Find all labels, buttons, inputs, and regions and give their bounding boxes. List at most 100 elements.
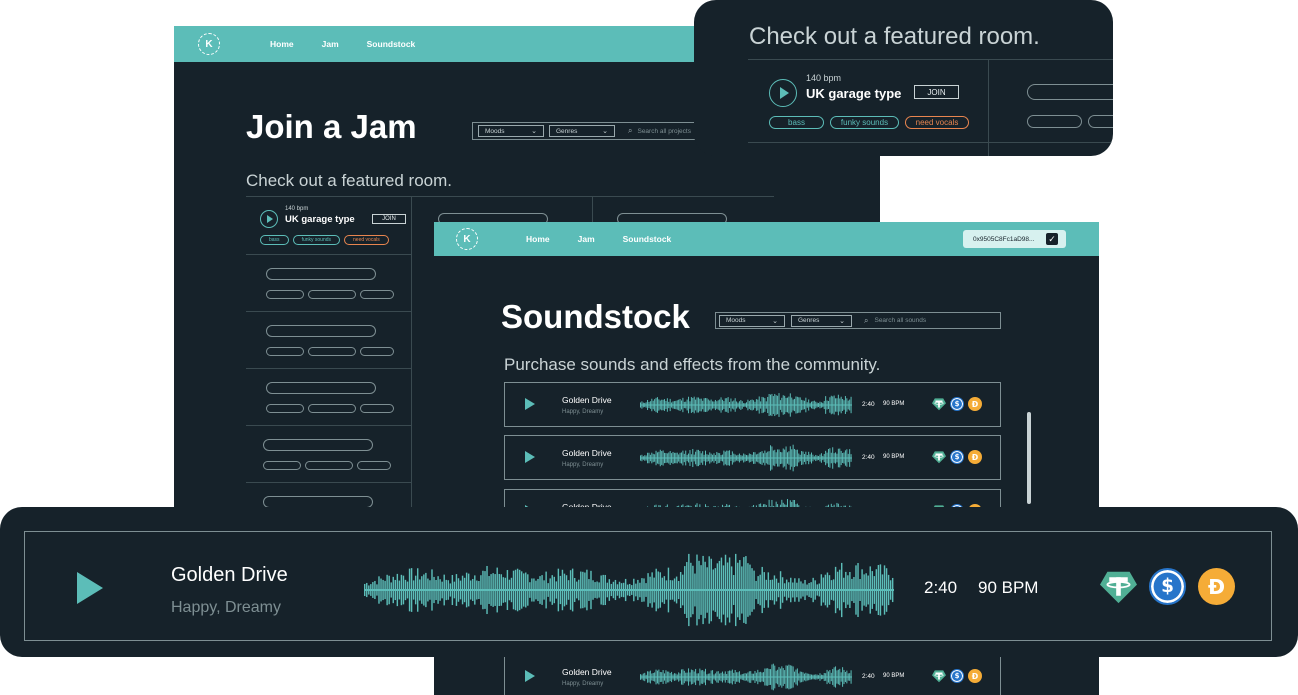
scrollbar[interactable] [1027,412,1031,504]
jam-filter-bar: Moods ⌄ Genres ⌄ ⌕ Search all projects [472,122,712,140]
usdc-icon[interactable]: $ [1149,568,1186,605]
waveform-bar [801,399,803,411]
waveform-bar [697,397,699,413]
waveform-bar [656,452,658,464]
nav-jam-link[interactable]: Jam [322,39,339,49]
nav-home-link[interactable]: Home [526,234,550,244]
waveform-bar [765,579,768,601]
waveform-bar [414,575,417,605]
tag-need-vocals[interactable]: need vocals [905,116,969,129]
waveform-bar [751,399,753,411]
tether-icon[interactable] [932,397,946,411]
waveform-bar [867,575,869,605]
play-button[interactable] [769,79,797,107]
waveform-bar [696,554,698,626]
divider [246,311,412,312]
dai-icon[interactable]: Đ [968,669,982,683]
waveform-bar [709,400,711,410]
genres-dropdown[interactable]: Genres ⌄ [791,314,852,327]
waveform-bar [819,454,821,462]
waveform-bar [760,671,762,683]
waveform-bar [740,674,742,680]
waveform-bar [771,446,773,470]
track-row[interactable]: Golden Drive Happy, Dreamy 2:40 90 BPM $… [504,435,1001,480]
waveform-bar [802,400,804,410]
waveform-bar [686,672,688,682]
waveform-bar [664,452,666,464]
join-button[interactable]: JOIN [914,85,959,99]
usdc-icon[interactable]: $ [950,669,964,683]
waveform-bar [813,674,815,680]
waveform-bar [789,393,791,417]
waveform-bar [708,556,710,624]
tag-funky-sounds[interactable]: funky sounds [292,235,341,245]
nav-home-link[interactable]: Home [270,39,294,49]
waveform-bar [786,452,788,464]
waveform-bar [408,568,411,612]
wallet-button[interactable]: 0x9505C8Fc1aD98... ✓ [963,230,1066,248]
tag-bass[interactable]: bass [260,235,289,245]
tag-need-vocals[interactable]: need vocals [344,235,389,245]
tether-icon[interactable] [932,450,946,464]
waveform-bar [710,558,712,622]
waveform-bar [502,577,505,603]
track-title: Golden Drive [562,667,612,677]
waveform-bar [812,674,814,680]
join-button[interactable]: JOIN [372,214,406,224]
waveform-bar [813,456,815,460]
play-button[interactable] [525,451,535,463]
waveform-bar [762,453,764,463]
search-input[interactable]: Search all sounds [874,317,926,324]
divider [246,482,412,483]
waveform-bar [639,582,641,598]
dai-icon[interactable]: Đ [968,397,982,411]
waveform-bar [673,452,675,464]
track-row[interactable]: Golden Drive Happy, Dreamy 2:40 90 BPM $… [504,654,1001,695]
tag-funky-sounds[interactable]: funky sounds [830,116,899,129]
genres-dropdown[interactable]: Genres ⌄ [549,125,615,137]
logo-icon[interactable]: K [198,33,220,55]
dai-icon[interactable]: Đ [1198,568,1235,605]
play-button[interactable] [77,572,107,604]
waveform-bar [781,577,784,603]
logo-icon[interactable]: K [456,228,478,250]
waveform-bar [825,396,827,414]
usdc-icon[interactable]: $ [950,397,964,411]
waveform-bar [419,579,421,601]
waveform-bar [547,583,549,597]
usdc-icon[interactable]: $ [950,450,964,464]
waveform-bar [730,670,732,684]
waveform-bar [825,450,827,466]
nav-soundstock-link[interactable]: Soundstock [623,234,672,244]
waveform-bar [545,571,547,609]
nav-jam-link[interactable]: Jam [578,234,595,244]
tether-icon[interactable] [932,669,946,683]
waveform-bar [655,450,657,466]
player-bar[interactable]: Golden Drive Happy, Dreamy 2:40 90 BPM $… [24,531,1272,641]
waveform-bar [816,674,818,680]
featured-room-card[interactable]: 140 bpm UK garage type JOIN bass funky s… [260,206,410,246]
search-input[interactable]: Search all projects [637,128,690,135]
tag-bass[interactable]: bass [769,116,824,129]
waveform-bar [445,579,447,601]
waveform-bar [731,401,733,409]
waveform-bar [822,455,824,461]
waveform-bar [726,398,728,412]
waveform [640,663,852,691]
waveform-bar [857,563,859,617]
waveform-bar [662,450,664,466]
play-button[interactable] [525,670,535,682]
waveform-bar [805,397,807,413]
dai-icon[interactable]: Đ [968,450,982,464]
tether-icon[interactable] [1100,568,1137,605]
nav-soundstock-link[interactable]: Soundstock [367,39,416,49]
waveform-bar [768,668,770,686]
moods-dropdown[interactable]: Moods ⌄ [478,125,544,137]
moods-dropdown[interactable]: Moods ⌄ [719,314,785,327]
waveform-bar [863,574,865,606]
play-button[interactable] [525,398,535,410]
play-button[interactable] [260,210,278,228]
waveform-bar [671,453,673,463]
track-row[interactable]: Golden Drive Happy, Dreamy 2:40 90 BPM $… [504,382,1001,427]
waveform-bar [693,671,695,683]
